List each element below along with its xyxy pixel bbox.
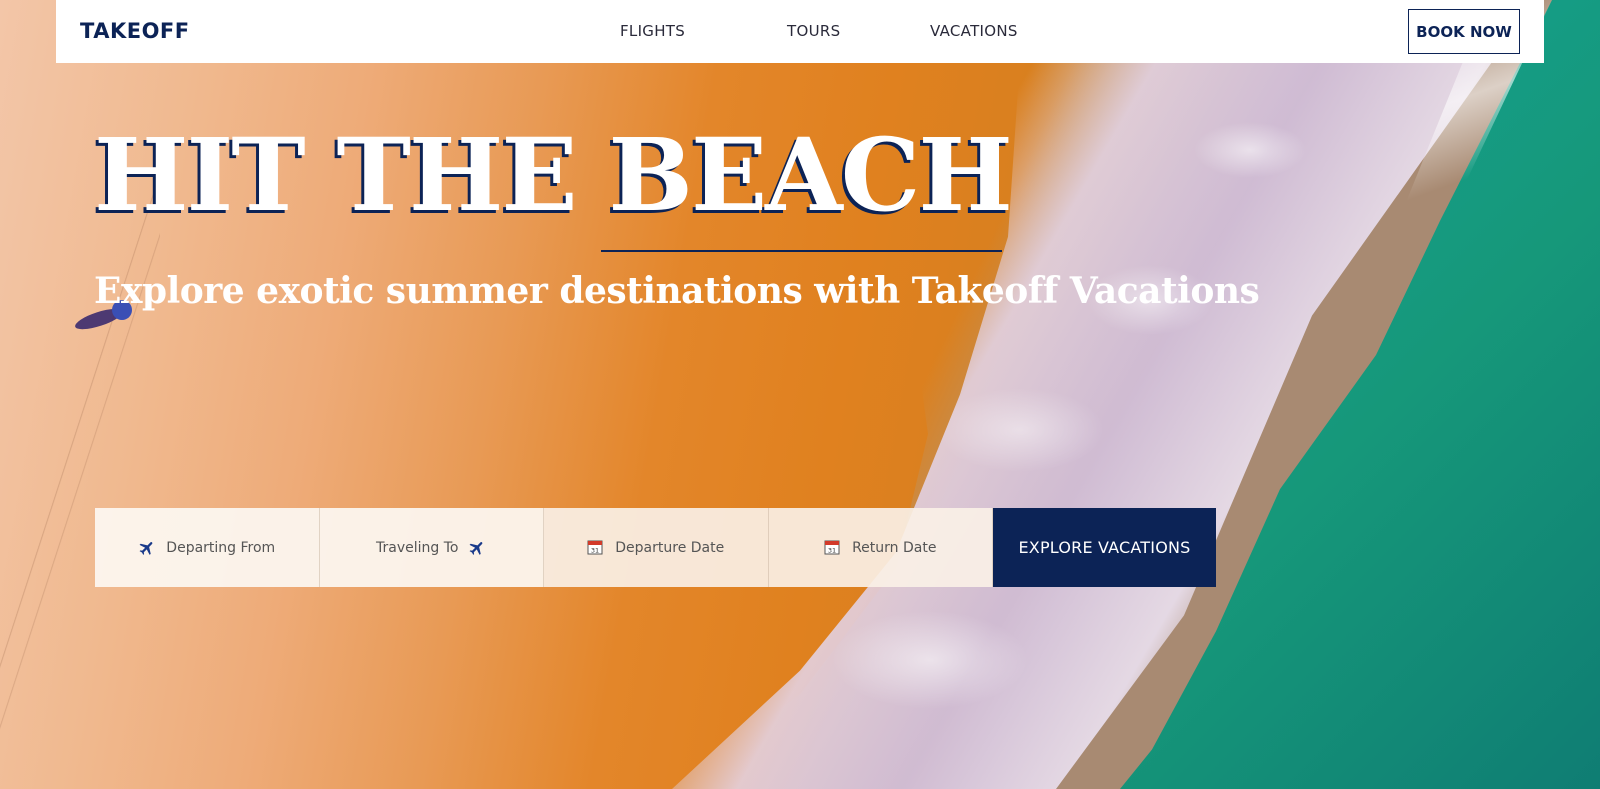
plane-icon <box>138 539 156 557</box>
book-now-button[interactable]: BOOK NOW <box>1408 9 1520 54</box>
hero-title-underline <box>601 250 1002 252</box>
calendar-icon: 31 <box>587 539 605 557</box>
departing-from-label: Departing From <box>166 539 276 556</box>
nav-link-vacations[interactable]: VACATIONS <box>930 22 1018 40</box>
departure-date-field[interactable]: 31 Departure Date <box>544 508 769 587</box>
departure-date-label: Departure Date <box>615 539 725 556</box>
top-navbar: TAKEOFF FLIGHTS TOURS VACATIONS BOOK NOW <box>56 0 1544 63</box>
return-date-field[interactable]: 31 Return Date <box>768 508 993 587</box>
calendar-icon: 31 <box>824 539 842 557</box>
svg-text:31: 31 <box>591 546 599 554</box>
svg-text:31: 31 <box>828 546 836 554</box>
return-date-label: Return Date <box>852 539 937 556</box>
brand-logo[interactable]: TAKEOFF <box>80 19 190 43</box>
traveling-to-field[interactable]: Traveling To <box>319 508 544 587</box>
hero-title: HIT THE BEACH <box>94 116 1013 234</box>
vacation-search-bar: Departing From Traveling To 31 Departure… <box>95 508 1216 587</box>
explore-vacations-button[interactable]: EXPLORE VACATIONS <box>993 508 1216 587</box>
departing-from-field[interactable]: Departing From <box>95 508 320 587</box>
nav-link-tours[interactable]: TOURS <box>787 22 840 40</box>
traveling-to-label: Traveling To <box>376 539 459 556</box>
hero-subtitle: Explore exotic summer destinations with … <box>94 270 1260 312</box>
nav-link-flights[interactable]: FLIGHTS <box>620 22 685 40</box>
plane-icon <box>468 539 486 557</box>
